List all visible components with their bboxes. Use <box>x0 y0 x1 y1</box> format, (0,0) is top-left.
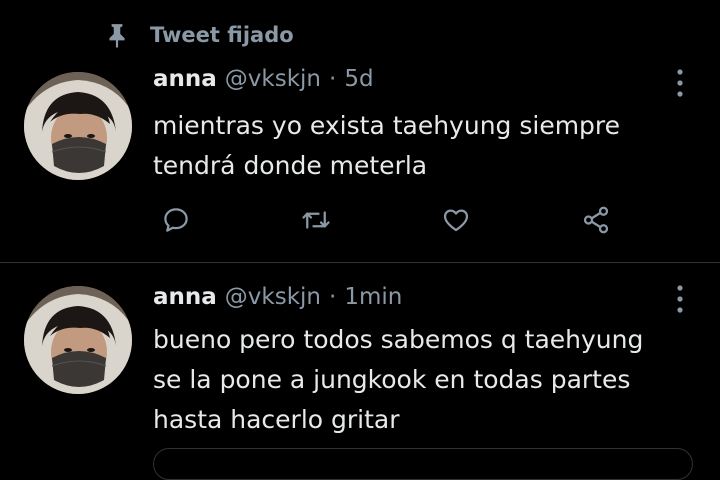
share-icon <box>583 206 609 234</box>
separator-dot: · <box>329 66 337 92</box>
retweet-icon <box>302 211 330 229</box>
pinned-tweet-indicator: Tweet fijado <box>104 20 294 50</box>
pin-icon <box>109 24 125 48</box>
timestamp[interactable]: 1min <box>344 284 402 310</box>
tweet[interactable]: anna @vkskjn · 5d mientras yo exista tae… <box>0 60 720 262</box>
like-icon <box>443 209 469 232</box>
avatar[interactable] <box>24 286 132 394</box>
reply-button[interactable] <box>156 200 196 240</box>
tweet[interactable]: anna @vkskjn · 1min bueno pero todos sab… <box>0 262 720 458</box>
tweet-actions <box>152 200 632 240</box>
like-button[interactable] <box>436 200 476 240</box>
share-button[interactable] <box>576 200 616 240</box>
retweet-button[interactable] <box>296 200 336 240</box>
tweet-header: anna @vkskjn · 1min <box>153 284 402 310</box>
display-name[interactable]: anna <box>153 284 217 310</box>
pinned-label: Tweet fijado <box>150 23 294 47</box>
tweet-text: bueno pero todos sabemos q taehyung se l… <box>153 325 644 434</box>
username-handle[interactable]: @vkskjn <box>225 66 321 92</box>
more-options-icon[interactable] <box>670 282 690 316</box>
display-name[interactable]: anna <box>153 66 217 92</box>
quoted-tweet-card[interactable] <box>153 448 693 480</box>
timestamp[interactable]: 5d <box>344 66 373 92</box>
tweet-header: anna @vkskjn · 5d <box>153 66 374 92</box>
username-handle[interactable]: @vkskjn <box>225 284 321 310</box>
separator-dot: · <box>329 284 337 310</box>
avatar[interactable] <box>24 72 132 180</box>
more-options-icon[interactable] <box>670 66 690 100</box>
tweet-text: mientras yo exista taehyung siempre tend… <box>153 111 621 180</box>
reply-icon <box>164 208 188 232</box>
